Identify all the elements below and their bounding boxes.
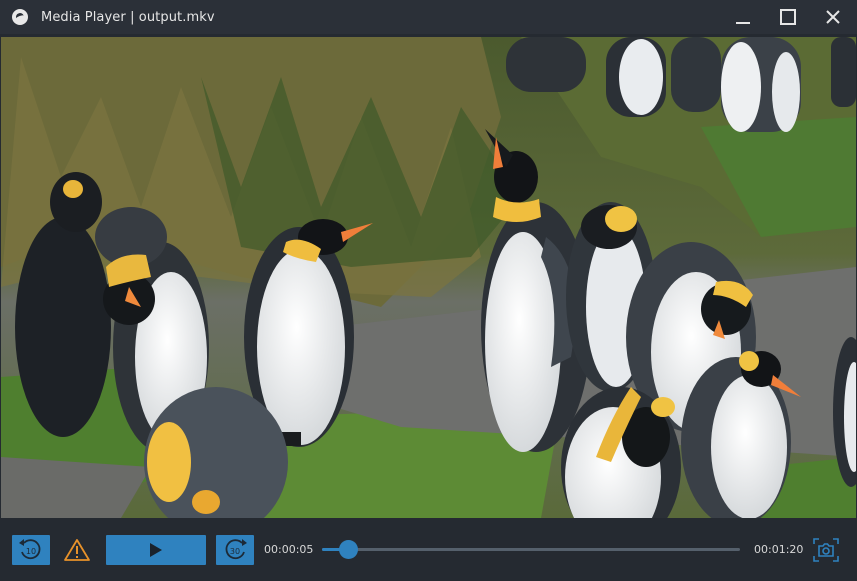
control-bar: 10 30 00:00:05 00:01:20 xyxy=(0,518,857,581)
rewind-button[interactable]: 10 xyxy=(12,535,50,565)
title-bar[interactable]: Media Player | output.mkv xyxy=(0,0,857,34)
warning-icon[interactable] xyxy=(63,537,91,563)
play-button[interactable] xyxy=(106,535,206,565)
forward-button[interactable]: 30 xyxy=(216,535,254,565)
total-time: 00:01:20 xyxy=(754,543,804,556)
camera-icon[interactable] xyxy=(812,537,840,563)
close-button[interactable] xyxy=(811,0,855,34)
maximize-icon xyxy=(780,9,796,25)
rewind-10-icon: 10 xyxy=(19,539,41,560)
rewind-label: 10 xyxy=(26,547,36,556)
player-logo-icon xyxy=(12,9,28,25)
seek-bar[interactable] xyxy=(322,540,740,559)
forward-30-icon: 30 xyxy=(225,539,247,560)
minimize-icon xyxy=(736,22,750,24)
minimize-button[interactable] xyxy=(721,0,765,34)
media-player-window: Media Player | output.mkv 10 30 00:00:05… xyxy=(0,0,857,581)
current-time: 00:00:05 xyxy=(264,543,314,556)
maximize-button[interactable] xyxy=(766,0,810,34)
seek-handle[interactable] xyxy=(339,540,359,559)
video-content xyxy=(1,37,856,518)
forward-label: 30 xyxy=(230,547,240,556)
window-title: Media Player | output.mkv xyxy=(41,9,215,25)
play-icon xyxy=(150,543,162,557)
video-frame[interactable] xyxy=(1,37,856,518)
close-icon xyxy=(826,10,840,24)
